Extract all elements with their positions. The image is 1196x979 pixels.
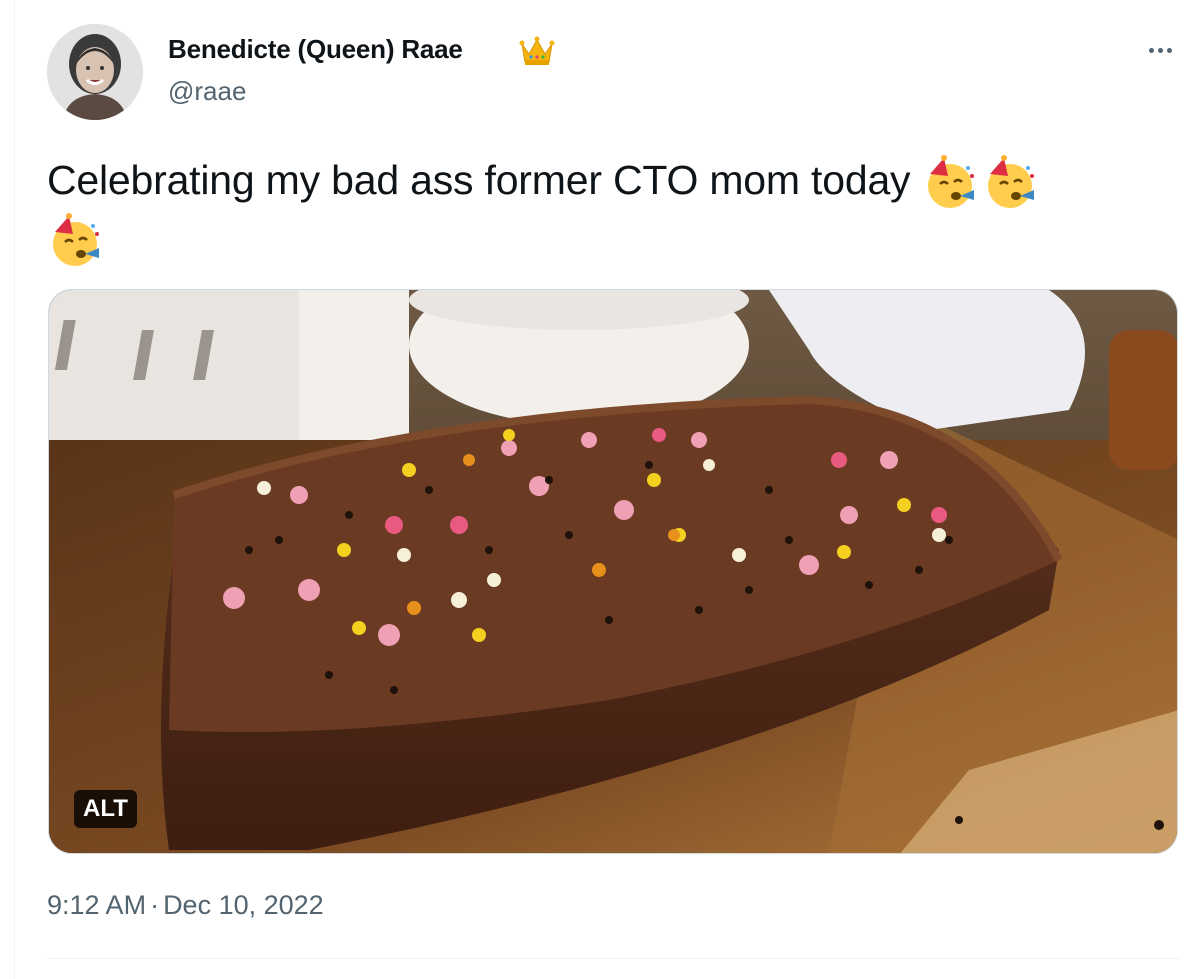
avatar[interactable]: [47, 24, 143, 120]
partying-face-icon: [987, 155, 1034, 208]
alt-text-button[interactable]: ALT: [74, 790, 137, 828]
tweet-time: 9:12 AM: [47, 890, 147, 920]
more-dot-icon: [1148, 47, 1154, 53]
display-name[interactable]: Benedicte (Queen) Raae: [168, 34, 463, 65]
tweet-photo[interactable]: [48, 289, 1178, 854]
tweet-text-content: Celebrating my bad ass former CTO mom to…: [47, 157, 911, 203]
tweet-text: Celebrating my bad ass former CTO mom to…: [47, 152, 1157, 268]
user-handle[interactable]: @raae: [168, 76, 246, 107]
column-border: [14, 0, 15, 979]
more-options-button[interactable]: [1140, 38, 1180, 62]
partying-face-icon: [53, 213, 99, 266]
more-dot-icon: [1157, 47, 1163, 53]
divider: [47, 958, 1181, 959]
partying-face-icon: [927, 155, 974, 208]
more-dot-icon: [1166, 47, 1172, 53]
tweet-date: Dec 10, 2022: [163, 890, 324, 920]
chocolate-cake-photo-icon: [49, 290, 1177, 853]
tweet-timestamp[interactable]: 9:12 AM · Dec 10, 2022: [47, 890, 324, 921]
meta-separator: ·: [150, 890, 160, 920]
crown-icon: [519, 34, 555, 68]
profile-photo-icon: [47, 24, 143, 120]
